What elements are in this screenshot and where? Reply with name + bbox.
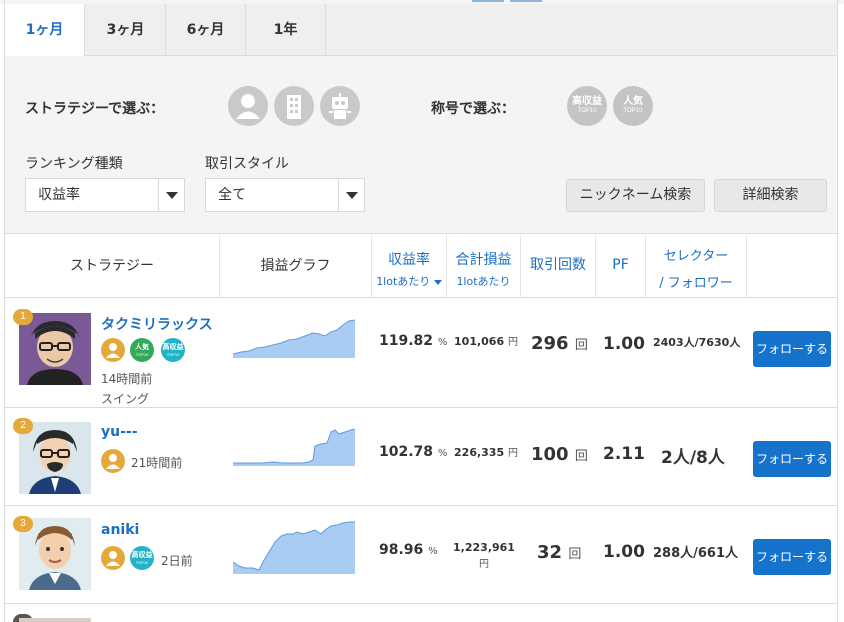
robot-strategy-icon[interactable] [320, 86, 360, 126]
col-selector-label: セレクター [663, 249, 729, 264]
filter-panel: ストラテジーで選ぶ： 称号で選ぶ： 高収益 TOP10 人気 TOP10 ランキ… [5, 56, 837, 234]
strategy-filter-label: ストラテジーで選ぶ： [25, 101, 165, 117]
tab-3-months[interactable]: 3ヶ月 [86, 4, 166, 56]
follow-button[interactable]: フォローする [753, 441, 831, 477]
selector-follower-count: 288人/661人 [653, 546, 739, 561]
chevron-down-icon [158, 179, 184, 211]
profit-factor: 2.11 [603, 444, 645, 464]
detail-search-button[interactable]: 詳細検索 [714, 179, 827, 212]
rank-badge: 2 [13, 418, 33, 434]
total-profit: 1,223,961 円 [453, 541, 515, 570]
last-updated: 21時間前 [131, 456, 183, 470]
last-updated: 2日前 [161, 554, 193, 568]
trade-style-label: 取引スタイル [205, 156, 289, 172]
badge-sub-text: TOP10 [135, 352, 149, 357]
col-return-label: 収益率 [388, 252, 430, 268]
title-filter-label: 称号で選ぶ： [431, 101, 515, 117]
ranking-type-value: 収益率 [38, 187, 80, 203]
return-rate: 102.78 % [379, 444, 448, 460]
high-return-top10-badge: 高収益 TOP10 [161, 338, 185, 362]
trade-count: 100 回 [531, 444, 588, 465]
popular-top10-badge: 人気 TOP10 [130, 338, 154, 362]
ranking-type-label: ランキング種類 [25, 156, 123, 172]
col-return-sub: 1lotあたり [372, 273, 446, 289]
avatar[interactable] [19, 618, 91, 622]
badge-sub-text: TOP10 [135, 560, 149, 565]
col-pf-label: PF [612, 257, 629, 273]
high-return-title-badge[interactable]: 高収益 TOP10 [567, 86, 607, 126]
person-type-icon [101, 546, 125, 570]
col-pf-sort[interactable]: PF [596, 235, 646, 298]
tab-1-year[interactable]: 1年 [246, 4, 326, 56]
table-row: 3 aniki 高収益 TOP10 2日前 98.96 % 1,223,961 円… [5, 506, 837, 604]
profit-graph [233, 319, 355, 358]
total-profit: 101,066 円 [454, 335, 518, 348]
badge-sub-text: TOP10 [166, 352, 180, 357]
table-row: 2 yu--- 21時間前 102.78 % 226,335 円 100 回 2… [5, 408, 837, 506]
badge-sub-text: TOP10 [577, 108, 597, 114]
col-trades-sort[interactable]: 取引回数 [521, 235, 596, 298]
trade-count: 296 回 [531, 333, 588, 354]
chevron-down-icon [338, 179, 364, 211]
col-return-sort[interactable]: 収益率 1lotあたり [372, 235, 447, 298]
trader-name-link[interactable]: タクミリラックス [101, 314, 213, 334]
return-rate: 98.96 % [379, 542, 438, 558]
popular-title-badge[interactable]: 人気 TOP10 [613, 86, 653, 126]
ranking-type-select[interactable]: 収益率 [25, 178, 185, 212]
selector-follower-count: 2人/8人 [661, 448, 725, 468]
last-updated: 14時間前 [101, 372, 153, 386]
person-type-icon [101, 338, 125, 362]
building-strategy-icon[interactable] [274, 86, 314, 126]
trader-name-link[interactable]: aniki [101, 522, 139, 538]
return-rate: 119.82 % [379, 333, 448, 349]
period-tabs: 1ヶ月 3ヶ月 6ヶ月 1年 [5, 4, 837, 57]
col-selector-sort[interactable]: セレクター / フォロワー [646, 235, 747, 298]
col-strategy-label: ストラテジー [70, 258, 154, 274]
trade-count: 32 回 [537, 542, 582, 563]
person-strategy-icon[interactable] [228, 86, 268, 126]
rank-badge: 1 [13, 309, 33, 325]
profit-factor: 1.00 [603, 334, 645, 354]
rank-badge: 3 [13, 516, 33, 532]
col-follower-label: / フォロワー [659, 276, 733, 291]
badge-main-text: 高収益 [131, 552, 153, 559]
col-total-sort[interactable]: 合計損益 1lotあたり [447, 235, 521, 298]
follow-button[interactable]: フォローする [753, 539, 831, 575]
table-header: ストラテジー 損益グラフ 収益率 1lotあたり 合計損益 1lotあたり 取引… [5, 235, 837, 298]
col-graph: 損益グラフ [220, 235, 372, 298]
table-row: 1 タクミリラックス 人気 TOP10 高収益 TOP10 14時間前 スイング… [5, 298, 837, 408]
table-row [5, 604, 837, 622]
trade-style-select[interactable]: 全て [205, 178, 365, 212]
person-type-icon [101, 449, 125, 473]
tab-1-month[interactable]: 1ヶ月 [5, 4, 85, 57]
avatar[interactable] [19, 422, 91, 494]
col-trades-label: 取引回数 [530, 257, 586, 273]
trade-style: スイング [101, 392, 150, 406]
badge-main-text: 人気 [623, 96, 643, 107]
follow-button[interactable]: フォローする [753, 331, 831, 367]
tab-6-months[interactable]: 6ヶ月 [166, 4, 246, 56]
profit-graph [233, 428, 355, 466]
nickname-search-button[interactable]: ニックネーム検索 [566, 179, 705, 212]
profit-factor: 1.00 [603, 542, 645, 562]
trader-name-link[interactable]: yu--- [101, 424, 138, 440]
trade-style-value: 全て [218, 187, 246, 203]
badge-main-text: 高収益 [162, 344, 184, 351]
badge-main-text: 高収益 [572, 96, 602, 107]
col-total-sub: 1lotあたり [456, 275, 511, 288]
sort-down-icon [433, 279, 442, 285]
col-strategy: ストラテジー [5, 235, 220, 298]
avatar[interactable] [19, 313, 91, 385]
col-total-label: 合計損益 [455, 252, 512, 268]
badge-sub-text: TOP10 [623, 108, 643, 114]
high-return-top10-badge: 高収益 TOP10 [130, 546, 154, 570]
ranking-panel: 1ヶ月 3ヶ月 6ヶ月 1年 ストラテジーで選ぶ： 称号で選ぶ： 高収益 TOP… [4, 0, 838, 622]
col-graph-label: 損益グラフ [260, 258, 331, 274]
profit-graph [233, 521, 355, 574]
selector-follower-count: 2403人/7630人 [653, 336, 741, 349]
badge-main-text: 人気 [135, 344, 149, 351]
total-profit: 226,335 円 [454, 446, 518, 459]
